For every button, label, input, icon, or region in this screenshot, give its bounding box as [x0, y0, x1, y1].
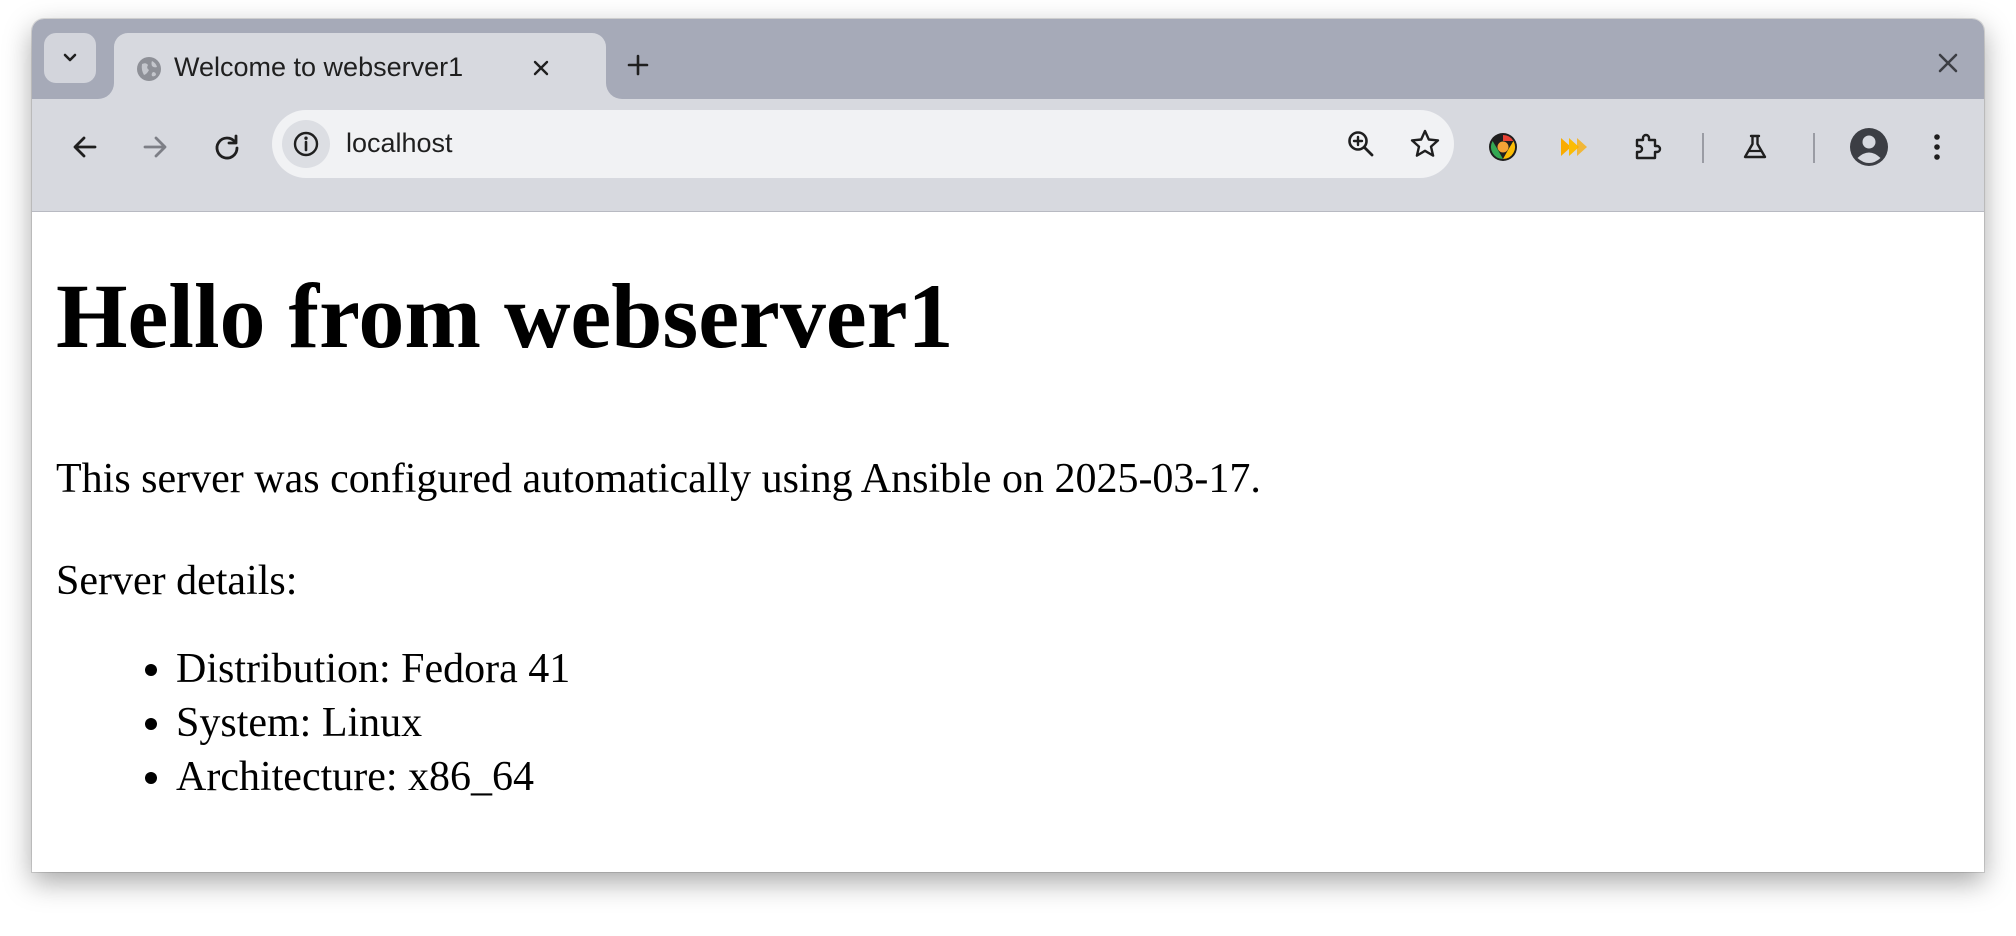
- site-info-button[interactable]: [282, 120, 330, 168]
- extensions-button[interactable]: [1624, 124, 1670, 170]
- list-item-architecture: Architecture: x86_64: [176, 750, 570, 804]
- kebab-menu-icon: [1934, 134, 1940, 160]
- globe-icon: [137, 57, 161, 81]
- close-icon: [1938, 53, 1958, 73]
- tab-strip: Welcome to webserver1: [32, 19, 1984, 99]
- details-label: Server details:: [56, 558, 298, 604]
- forward-button[interactable]: [132, 124, 178, 170]
- labs-flask-icon: [1743, 134, 1767, 159]
- close-icon: [533, 60, 549, 76]
- reload-icon: [215, 134, 239, 160]
- bookmark-button[interactable]: [1402, 121, 1448, 167]
- info-icon: [293, 131, 319, 157]
- extension-forward-icon: [1561, 138, 1587, 156]
- extension-forward-button[interactable]: [1550, 124, 1596, 170]
- profile-button[interactable]: [1845, 123, 1893, 171]
- list-item-distribution: Distribution: Fedora 41: [176, 642, 570, 696]
- toolbar-divider: [1702, 133, 1704, 163]
- list-item-system: System: Linux: [176, 696, 570, 750]
- plus-icon: [627, 54, 649, 76]
- toolbar-divider: [1813, 133, 1815, 163]
- zoom-icon: [1348, 131, 1374, 157]
- back-button[interactable]: [62, 124, 108, 170]
- window-close-button[interactable]: [1930, 45, 1966, 81]
- browser-toolbar: localhost: [32, 99, 1984, 212]
- forward-arrow-icon: [143, 136, 167, 158]
- labs-button[interactable]: [1732, 124, 1778, 170]
- extensions-puzzle-icon: [1635, 133, 1662, 160]
- extension-chrome-icon: [1489, 133, 1517, 161]
- intro-paragraph: This server was configured automatically…: [56, 456, 1261, 502]
- tab-search-button[interactable]: [44, 33, 96, 83]
- page-content: Hello from webserver1 This server was co…: [32, 212, 1984, 872]
- new-tab-button[interactable]: [620, 47, 656, 83]
- address-bar[interactable]: localhost: [272, 110, 1454, 178]
- tab-close-button[interactable]: [526, 53, 556, 83]
- chevron-down-icon: [63, 53, 77, 62]
- tab-active[interactable]: Welcome to webserver1: [114, 33, 606, 99]
- browser-window: Welcome to webserver1 localhost Hello fr…: [32, 19, 1984, 872]
- tab-title: Welcome to webserver1: [174, 52, 464, 82]
- zoom-button[interactable]: [1338, 121, 1384, 167]
- url-text[interactable]: localhost: [346, 128, 453, 159]
- reload-button[interactable]: [204, 124, 250, 170]
- extension-chrome-button[interactable]: [1480, 124, 1526, 170]
- back-arrow-icon: [73, 136, 97, 158]
- star-icon: [1410, 129, 1440, 157]
- menu-button[interactable]: [1914, 124, 1960, 170]
- server-details-list: Distribution: Fedora 41 System: Linux Ar…: [56, 642, 570, 804]
- page-heading: Hello from webserver1: [56, 265, 954, 367]
- profile-avatar-icon: [1850, 128, 1888, 166]
